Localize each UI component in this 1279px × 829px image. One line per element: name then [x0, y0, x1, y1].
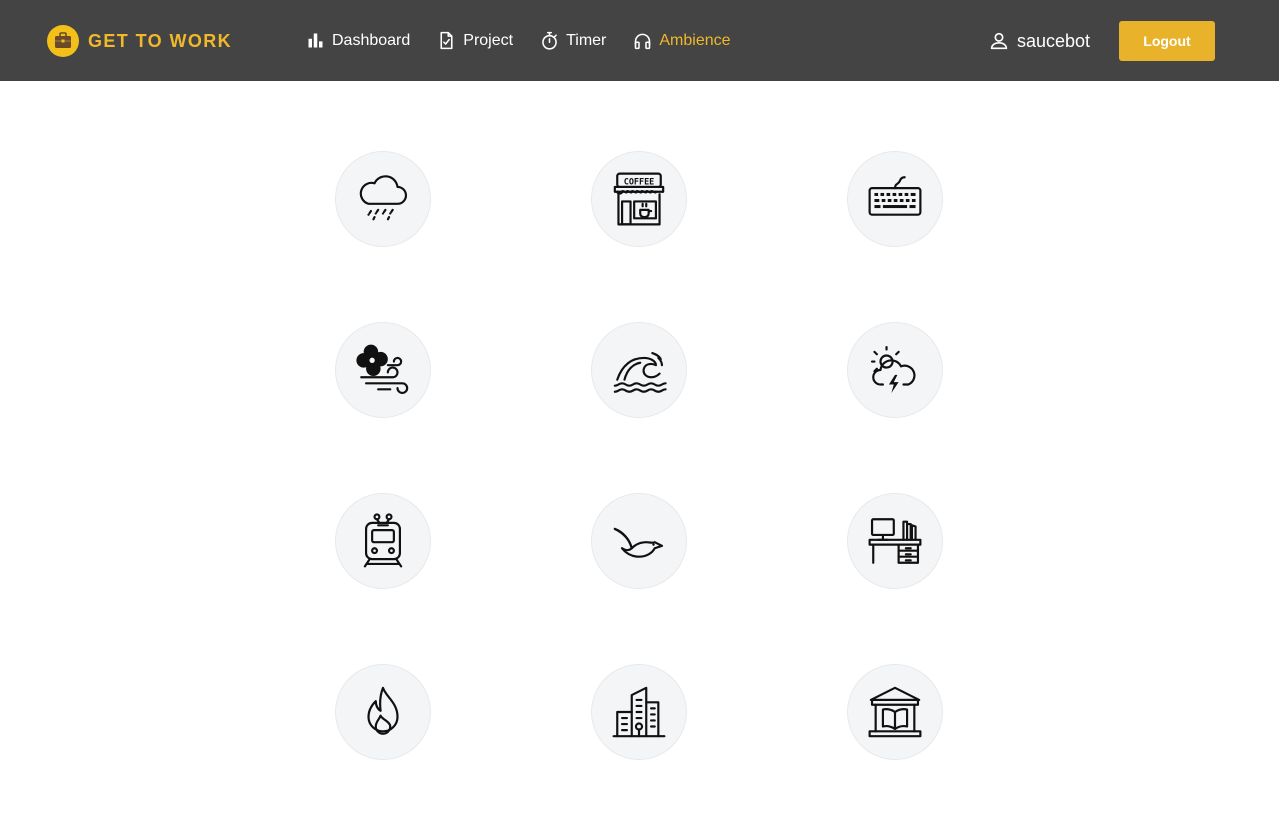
sound-birds[interactable] [591, 493, 687, 589]
thunderstorm-icon [870, 345, 916, 393]
sound-wind[interactable] [335, 322, 431, 418]
headphones-icon [635, 33, 651, 50]
bar-chart-icon [308, 33, 323, 48]
top-navbar: GET TO WORK Dashboard Project Timer Ambi… [0, 0, 1279, 81]
sound-train[interactable] [335, 493, 431, 589]
username: saucebot [1017, 30, 1091, 51]
brand-link[interactable]: GET TO WORK [47, 25, 232, 57]
logout-button[interactable]: Logout [1119, 21, 1215, 61]
sound-thunderstorm[interactable] [847, 322, 943, 418]
user-menu[interactable]: saucebot [988, 28, 1090, 54]
library-icon [868, 686, 922, 738]
sound-ocean[interactable] [591, 322, 687, 418]
brand-name: GET TO WORK [88, 30, 233, 51]
nav-dashboard[interactable]: Dashboard [305, 26, 410, 56]
fan-wind-icon [356, 344, 409, 395]
svg-text:COFFEE: COFFEE [624, 177, 654, 187]
nav-ambience-label: Ambience [659, 31, 731, 49]
rain-cloud-icon [359, 175, 407, 221]
nav-timer[interactable]: Timer [539, 26, 606, 56]
nav-project-label: Project [463, 31, 514, 49]
fire-icon [367, 686, 399, 735]
sound-library[interactable] [847, 664, 943, 760]
main-nav: Dashboard Project Timer Ambience [305, 0, 757, 81]
sound-city[interactable] [591, 664, 687, 760]
briefcase-icon [47, 25, 79, 57]
nav-ambience[interactable]: Ambience [632, 26, 731, 56]
user-icon [990, 32, 1008, 50]
sound-fire[interactable] [335, 664, 431, 760]
sound-office[interactable] [847, 493, 943, 589]
city-buildings-icon [612, 686, 666, 738]
clipboard-check-icon [440, 31, 453, 50]
sound-rain[interactable] [335, 151, 431, 247]
ocean-wave-icon [613, 351, 667, 393]
nav-timer-label: Timer [566, 31, 607, 49]
sound-keyboard[interactable] [847, 151, 943, 247]
nav-project[interactable]: Project [436, 26, 513, 56]
office-desk-icon [868, 518, 922, 564]
train-icon [363, 513, 403, 568]
sound-coffee-shop[interactable]: COFFEE [591, 151, 687, 247]
bird-icon [613, 527, 664, 558]
stopwatch-icon [542, 31, 557, 50]
coffee-shop-icon: COFFEE [613, 172, 665, 226]
keyboard-icon [868, 176, 922, 216]
nav-dashboard-label: Dashboard [332, 31, 411, 49]
